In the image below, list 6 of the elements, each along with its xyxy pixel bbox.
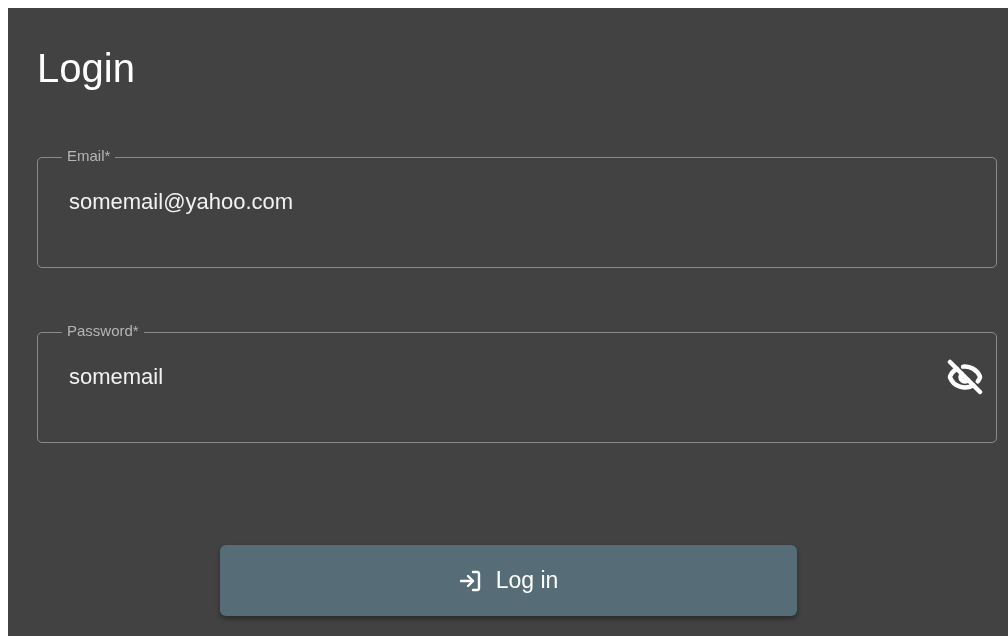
field-label: Email*: [62, 148, 116, 164]
login-icon: [457, 568, 482, 593]
login-button[interactable]: Log in: [219, 545, 797, 616]
field-label: Password*: [62, 323, 144, 339]
eye-off-icon[interactable]: [947, 359, 983, 395]
login-title: Login: [37, 45, 136, 92]
